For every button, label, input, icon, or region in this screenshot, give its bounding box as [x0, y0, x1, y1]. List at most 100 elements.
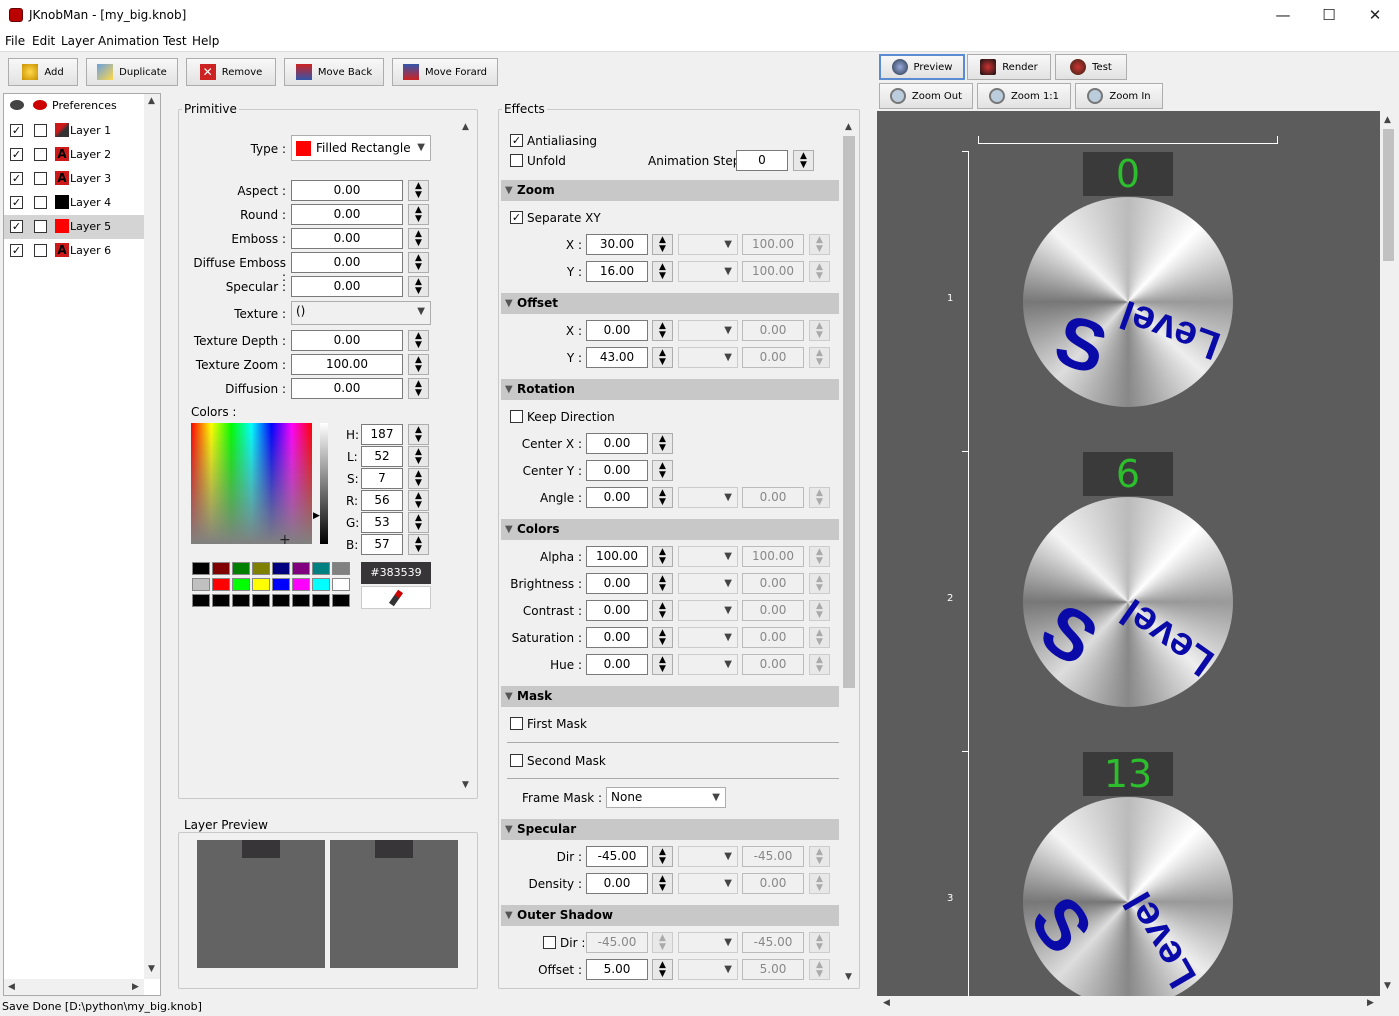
- palette-swatch[interactable]: [332, 578, 350, 591]
- hue-to-field[interactable]: 0.00: [742, 654, 804, 675]
- mask-section-header[interactable]: ▼ Mask: [501, 686, 839, 707]
- first-mask-checkbox[interactable]: [510, 717, 523, 730]
- angle-to-spinner[interactable]: ▲ ▼: [809, 487, 830, 508]
- antialiasing-checkbox[interactable]: ✓: [510, 134, 523, 147]
- diffusion-field[interactable]: 0.00: [291, 378, 403, 399]
- palette-swatch[interactable]: [292, 562, 310, 575]
- zoom-x-to-field[interactable]: 100.00: [742, 234, 804, 255]
- preview-tab[interactable]: Preview: [879, 54, 965, 80]
- outer-shadow-dir-curve-select[interactable]: ▼: [678, 932, 738, 953]
- close-button[interactable]: ✕: [1352, 0, 1398, 31]
- outer-shadow-offset-spinner[interactable]: ▲ ▼: [652, 959, 673, 980]
- r-field[interactable]: 56: [361, 490, 403, 511]
- offset-y-spinner[interactable]: ▲ ▼: [652, 347, 673, 368]
- visibility-eye-icon[interactable]: [10, 100, 24, 110]
- scroll-down-icon[interactable]: ▼: [148, 964, 155, 974]
- second-mask-checkbox[interactable]: [510, 754, 523, 767]
- layer-list-vscrollbar[interactable]: ▲ ▼: [144, 94, 160, 979]
- offset-y-field[interactable]: 43.00: [586, 347, 648, 368]
- solo-eye-icon[interactable]: [33, 100, 47, 110]
- preview-vscrollbar[interactable]: ▲ ▼: [1380, 111, 1397, 996]
- scroll-down-icon[interactable]: ▼: [845, 972, 852, 982]
- unfold-checkbox[interactable]: [510, 154, 523, 167]
- preview-hscrollbar[interactable]: ◀ ▶: [877, 996, 1380, 1012]
- layer-visible-checkbox[interactable]: ✓: [10, 124, 23, 137]
- texture-depth-spinner[interactable]: ▲ ▼: [408, 330, 429, 351]
- minimize-button[interactable]: —: [1260, 0, 1306, 31]
- saturation-to-field[interactable]: 0.00: [742, 627, 804, 648]
- palette-swatch[interactable]: [312, 562, 330, 575]
- layer-row-1[interactable]: ✓ Layer 1: [4, 119, 144, 143]
- l-field[interactable]: 52: [361, 446, 403, 467]
- scroll-up-icon[interactable]: ▲: [845, 122, 852, 132]
- layer-visible-checkbox[interactable]: ✓: [10, 196, 23, 209]
- contrast-to-field[interactable]: 0.00: [742, 600, 804, 621]
- outer-shadow-dir-spinner[interactable]: ▲ ▼: [652, 932, 673, 953]
- s-spinner[interactable]: ▲ ▼: [408, 468, 429, 489]
- palette-swatch[interactable]: [272, 562, 290, 575]
- palette-swatch[interactable]: [252, 594, 270, 607]
- outer-shadow-offset-curve-select[interactable]: ▼: [678, 959, 738, 980]
- alpha-to-spinner[interactable]: ▲ ▼: [809, 546, 830, 567]
- contrast-to-spinner[interactable]: ▲ ▼: [809, 600, 830, 621]
- angle-curve-select[interactable]: ▼: [678, 487, 738, 508]
- angle-to-field[interactable]: 0.00: [742, 487, 804, 508]
- move-forward-button[interactable]: Move Forard: [392, 58, 498, 86]
- palette-swatch[interactable]: [252, 578, 270, 591]
- zoom-out-button[interactable]: Zoom Out: [879, 83, 973, 109]
- zoom-x-spinner[interactable]: ▲ ▼: [652, 234, 673, 255]
- contrast-field[interactable]: 0.00: [586, 600, 648, 621]
- l-spinner[interactable]: ▲ ▼: [408, 446, 429, 467]
- layer-solo-checkbox[interactable]: [34, 196, 47, 209]
- aspect-spinner[interactable]: ▲ ▼: [408, 180, 429, 201]
- center-x-spinner[interactable]: ▲ ▼: [652, 433, 673, 454]
- saturation-field[interactable]: 0.00: [586, 627, 648, 648]
- layer-solo-checkbox[interactable]: [34, 220, 47, 233]
- palette-swatch[interactable]: [212, 594, 230, 607]
- saturation-curve-select[interactable]: ▼: [678, 627, 738, 648]
- outer-shadow-dir-to-field[interactable]: -45.00: [742, 932, 804, 953]
- zoom-x-field[interactable]: 30.00: [586, 234, 648, 255]
- palette-swatch[interactable]: [212, 562, 230, 575]
- zoom-y-to-spinner[interactable]: ▲ ▼: [809, 261, 830, 282]
- contrast-curve-select[interactable]: ▼: [678, 600, 738, 621]
- scroll-right-icon[interactable]: ▶: [1367, 998, 1374, 1008]
- effects-vscrollbar[interactable]: ▲ ▼: [841, 118, 857, 986]
- outer-shadow-offset-field[interactable]: 5.00: [586, 959, 648, 980]
- specular-dir-spinner[interactable]: ▲ ▼: [652, 846, 673, 867]
- alpha-spinner[interactable]: ▲ ▼: [652, 546, 673, 567]
- hue-to-spinner[interactable]: ▲ ▼: [809, 654, 830, 675]
- scroll-thumb[interactable]: [843, 136, 855, 688]
- angle-field[interactable]: 0.00: [586, 487, 648, 508]
- menu-test[interactable]: Test: [163, 34, 187, 48]
- preferences-item[interactable]: Preferences: [52, 99, 117, 112]
- offset-x-curve-select[interactable]: ▼: [678, 320, 738, 341]
- palette-swatch[interactable]: [332, 562, 350, 575]
- specular-section-header[interactable]: ▼ Specular: [501, 819, 839, 840]
- scroll-right-icon[interactable]: ▶: [132, 982, 139, 992]
- offset-y-to-field[interactable]: 0.00: [742, 347, 804, 368]
- texture-depth-field[interactable]: 0.00: [291, 330, 403, 351]
- offset-x-field[interactable]: 0.00: [586, 320, 648, 341]
- layer-row-4[interactable]: ✓ Layer 4: [4, 191, 144, 215]
- g-field[interactable]: 53: [361, 512, 403, 533]
- zoom-section-header[interactable]: ▼ Zoom: [501, 180, 839, 201]
- scroll-up-icon[interactable]: ▲: [462, 122, 469, 132]
- palette-swatch[interactable]: [232, 578, 250, 591]
- density-to-spinner[interactable]: ▲ ▼: [809, 873, 830, 894]
- layer-visible-checkbox[interactable]: ✓: [10, 148, 23, 161]
- palette-swatch[interactable]: [212, 578, 230, 591]
- round-spinner[interactable]: ▲ ▼: [408, 204, 429, 225]
- hue-spinner[interactable]: ▲ ▼: [652, 654, 673, 675]
- scroll-down-icon[interactable]: ▼: [1384, 981, 1391, 991]
- rotation-section-header[interactable]: ▼ Rotation: [501, 379, 839, 400]
- remove-button[interactable]: ✕ Remove: [186, 58, 276, 86]
- menu-edit[interactable]: Edit: [32, 34, 55, 48]
- zoom-x-curve-select[interactable]: ▼: [678, 234, 738, 255]
- preview-canvas[interactable]: 1 0 S Level 2 6 S Level 3 13 S Level: [877, 111, 1380, 1007]
- palette-swatch[interactable]: [192, 562, 210, 575]
- menu-help[interactable]: Help: [192, 34, 219, 48]
- keep-direction-checkbox[interactable]: [510, 410, 523, 423]
- outer-shadow-section-header[interactable]: ▼ Outer Shadow: [501, 905, 839, 926]
- layer-solo-checkbox[interactable]: [34, 244, 47, 257]
